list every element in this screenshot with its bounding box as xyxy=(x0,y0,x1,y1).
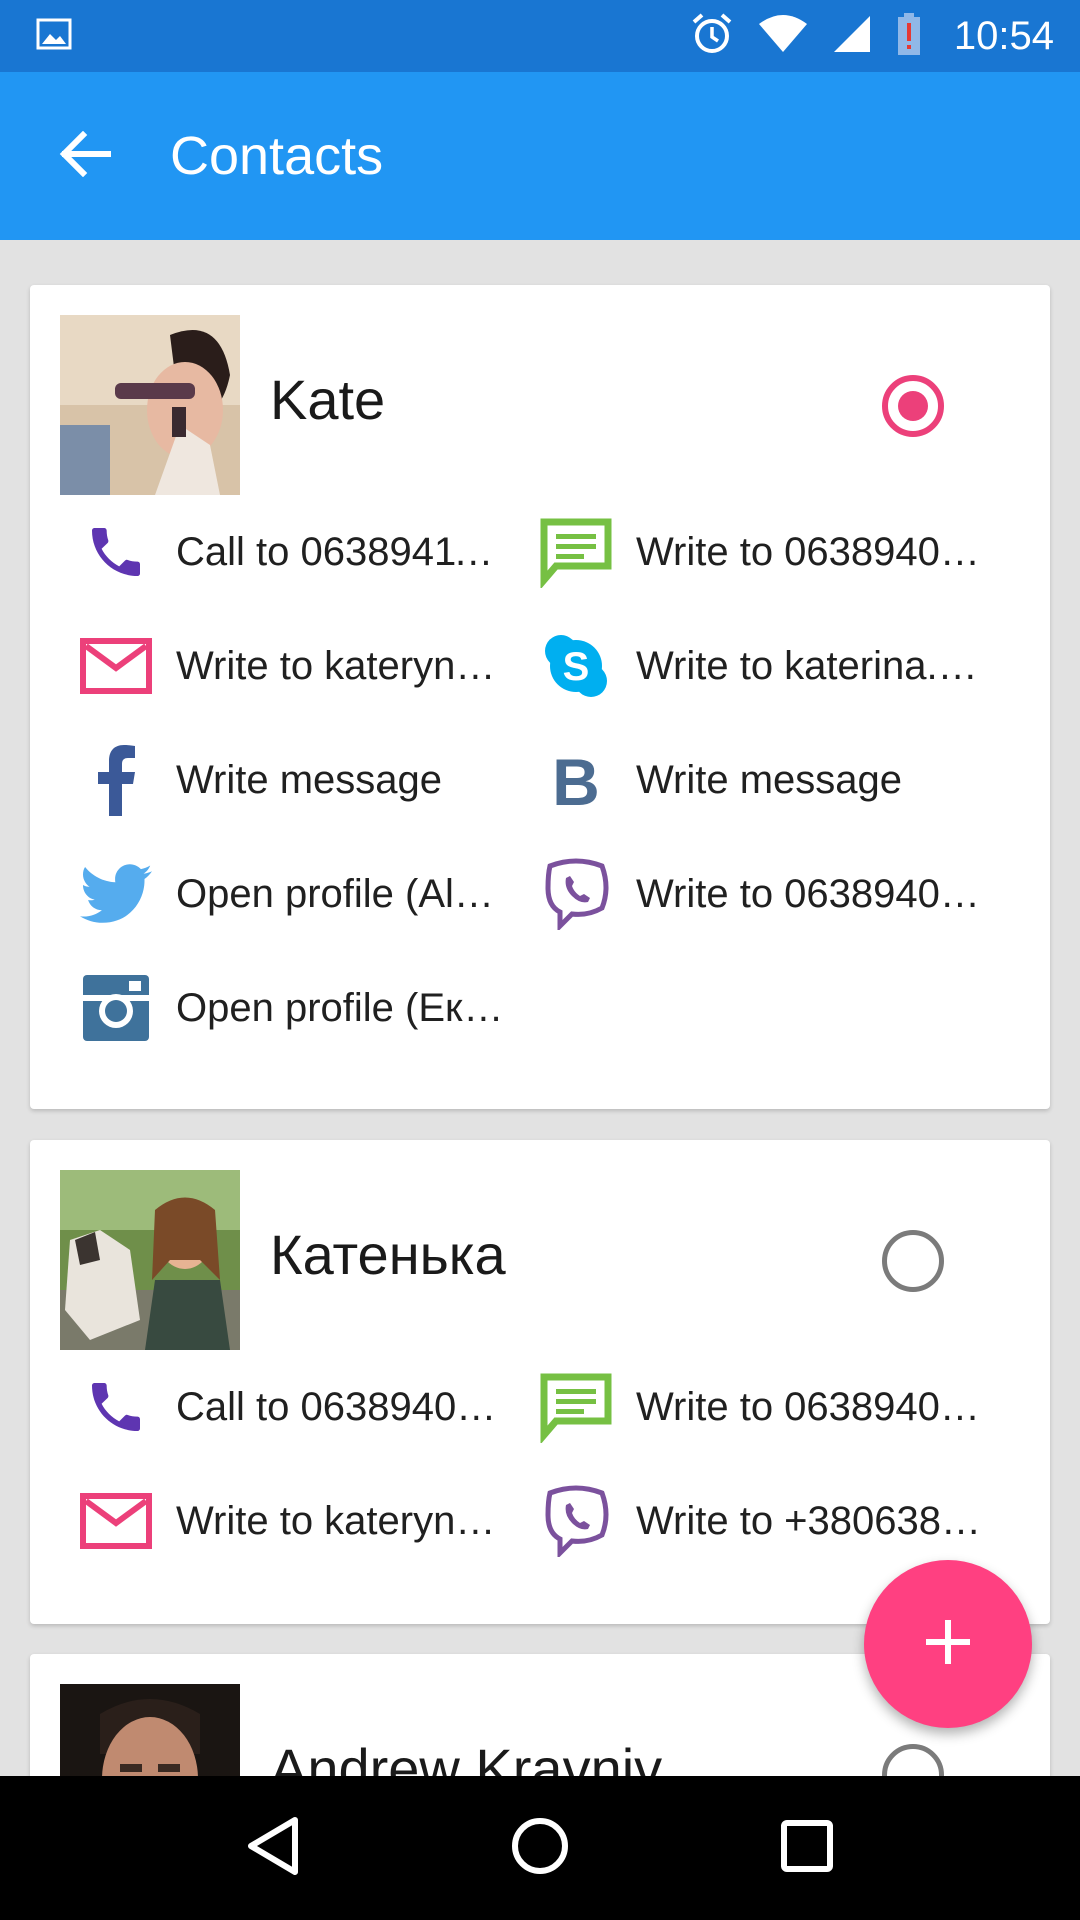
twitter-icon xyxy=(80,858,152,930)
contact-card: Kate Call to 06389411… Write to 0638940… xyxy=(30,285,1050,1109)
vk-icon: B xyxy=(540,744,612,816)
action-label: Write to katerina.… xyxy=(636,643,978,688)
email-icon xyxy=(80,630,152,702)
email-action[interactable]: Write to katerynа… xyxy=(30,1464,510,1578)
navigation-bar xyxy=(0,1776,1080,1920)
email-icon xyxy=(80,1485,152,1557)
add-contact-button[interactable] xyxy=(864,1560,1032,1728)
back-button[interactable] xyxy=(30,101,140,211)
skype-icon: S xyxy=(540,630,612,702)
call-action[interactable]: Call to 06389408… xyxy=(30,1350,510,1464)
avatar xyxy=(60,1170,240,1350)
contact-name: Andrew Kravniv xyxy=(270,1737,663,1776)
nav-back-button[interactable] xyxy=(218,1793,328,1903)
home-circle-icon xyxy=(510,1816,570,1881)
action-label: Open profile (Ale… xyxy=(176,871,510,916)
action-label: Write to +380638… xyxy=(636,1498,982,1543)
contacts-list[interactable]: Kate Call to 06389411… Write to 0638940… xyxy=(0,240,1080,1776)
add-icon xyxy=(924,1618,972,1671)
twitter-action[interactable]: Open profile (Ale… xyxy=(30,837,510,951)
select-radio[interactable] xyxy=(882,1230,944,1292)
svg-text:B: B xyxy=(552,750,600,810)
action-label: Write to katerynа… xyxy=(176,1498,510,1543)
viber-icon xyxy=(540,1485,612,1557)
select-radio[interactable] xyxy=(882,375,944,437)
action-label: Call to 06389411… xyxy=(176,529,510,574)
phone-icon xyxy=(80,1371,152,1443)
nav-recents-button[interactable] xyxy=(752,1793,862,1903)
vk-action[interactable]: B Write message xyxy=(510,723,1020,837)
email-action[interactable]: Write to katerynа… xyxy=(30,609,510,723)
sms-icon xyxy=(540,1371,612,1443)
action-label: Write message xyxy=(636,757,903,802)
select-radio[interactable] xyxy=(882,1744,944,1776)
status-bar: 10:54 xyxy=(0,0,1080,72)
skype-action[interactable]: S Write to katerina.… xyxy=(510,609,1020,723)
page-title: Contacts xyxy=(170,126,384,186)
contact-name: Kate xyxy=(270,368,386,431)
signal-icon xyxy=(832,14,872,59)
back-triangle-icon xyxy=(245,1816,301,1881)
wifi-icon xyxy=(758,14,808,59)
nav-home-button[interactable] xyxy=(485,1793,595,1903)
action-label: Write to 0638940… xyxy=(636,871,980,916)
recents-square-icon xyxy=(780,1819,834,1878)
action-label: Write to 0638940… xyxy=(636,529,980,574)
svg-text:S: S xyxy=(563,645,590,689)
contact-name: Катенька xyxy=(270,1223,506,1286)
call-action[interactable]: Call to 06389411… xyxy=(30,495,510,609)
sms-action[interactable]: Write to 0638940… xyxy=(510,495,1020,609)
action-label: Write message xyxy=(176,757,443,802)
avatar xyxy=(60,315,240,495)
action-label: Write to 0638940… xyxy=(636,1384,980,1429)
action-label: Call to 06389408… xyxy=(176,1384,510,1429)
action-label: Write to katerynа… xyxy=(176,643,510,688)
alarm-icon xyxy=(690,12,734,61)
action-label: Open profile (Ека… xyxy=(176,985,510,1030)
facebook-icon xyxy=(80,744,152,816)
image-icon xyxy=(36,18,72,55)
instagram-icon xyxy=(80,972,152,1044)
arrow-back-icon xyxy=(59,130,112,182)
viber-icon xyxy=(540,858,612,930)
instagram-action[interactable]: Open profile (Ека… xyxy=(30,951,510,1065)
battery-alert-icon xyxy=(896,12,922,60)
viber-action[interactable]: Write to 0638940… xyxy=(510,837,1020,951)
status-time: 10:54 xyxy=(953,13,1054,58)
phone-icon xyxy=(80,516,152,588)
avatar xyxy=(60,1684,240,1776)
app-bar: Contacts xyxy=(0,72,1080,240)
facebook-action[interactable]: Write message xyxy=(30,723,510,837)
contact-card: Катенька Call to 06389408… Write to 0638… xyxy=(30,1140,1050,1624)
sms-action[interactable]: Write to 0638940… xyxy=(510,1350,1020,1464)
sms-icon xyxy=(540,516,612,588)
